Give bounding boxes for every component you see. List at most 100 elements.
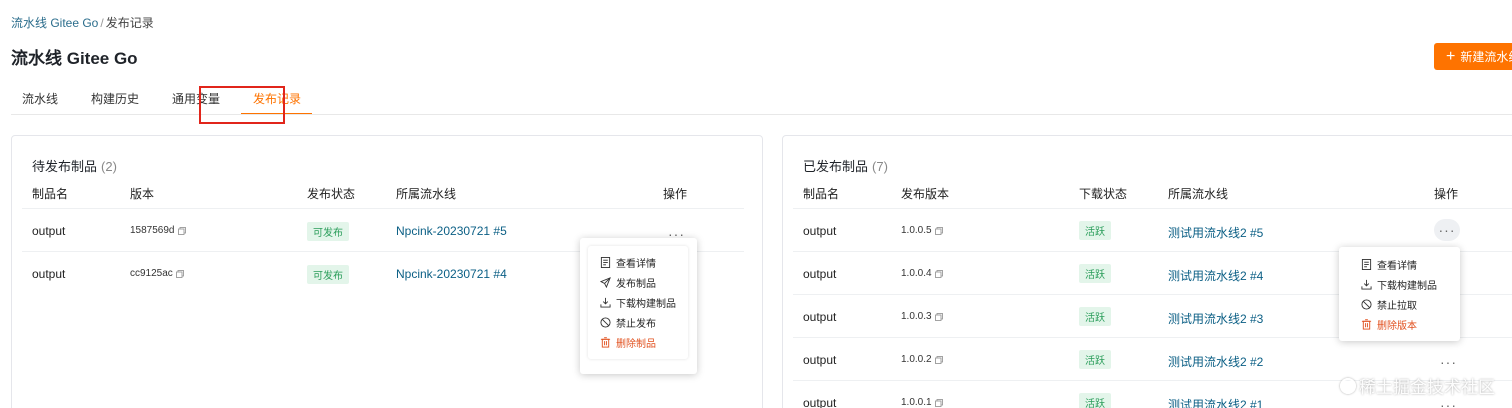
trash-icon — [600, 336, 611, 348]
status-badge: 活跃 — [1079, 307, 1111, 326]
plus-icon: + — [1446, 47, 1456, 65]
breadcrumb-root-link[interactable]: 流水线 Gitee Go — [11, 16, 98, 30]
trash-icon — [1361, 318, 1372, 330]
pipeline-link[interactable]: 测试用流水线2 #3 — [1168, 310, 1263, 327]
version-text: 1.0.0.1 — [901, 397, 932, 408]
header-divider — [793, 208, 1512, 209]
copy-icon[interactable] — [177, 226, 186, 235]
menu-item-forbid-pull[interactable]: 禁止拉取 — [1361, 294, 1460, 314]
published-card-title: 已发布制品 (7) — [803, 156, 888, 175]
new-pipeline-button[interactable]: + 新建流水线 — [1434, 43, 1512, 70]
menu-item-label: 禁止拉取 — [1377, 300, 1417, 312]
menu-item-label: 查看详情 — [616, 258, 656, 270]
menu-item-view-details[interactable]: 查看详情 — [600, 252, 688, 272]
status-badge: 活跃 — [1079, 393, 1111, 408]
pending-actions-menu: 查看详情 发布制品 下载构建制品 禁止发布 删除制品 — [580, 238, 697, 374]
header-name: 制品名 — [32, 187, 69, 201]
version-value: 1587569d — [130, 225, 186, 236]
menu-item-label: 删除版本 — [1377, 320, 1417, 332]
version-text: 1.0.0.3 — [901, 311, 932, 322]
menu-item-label: 查看详情 — [1377, 260, 1417, 272]
breadcrumb: 流水线 Gitee Go / 发布记录 — [11, 14, 154, 31]
pipeline-link[interactable]: 测试用流水线2 #4 — [1168, 267, 1263, 284]
status-badge: 活跃 — [1079, 221, 1111, 240]
header-ops: 操作 — [663, 187, 688, 201]
artifact-name: output — [803, 310, 837, 324]
menu-item-download[interactable]: 下载构建制品 — [1361, 274, 1460, 294]
version-text: 1.0.0.4 — [901, 268, 932, 279]
document-icon — [1361, 258, 1372, 270]
forbidden-icon — [600, 316, 611, 328]
pending-title: 待发布制品 — [32, 159, 98, 174]
menu-item-publish[interactable]: 发布制品 — [600, 272, 688, 292]
copy-icon[interactable] — [934, 312, 943, 321]
download-icon — [600, 297, 611, 308]
menu-item-label: 删除制品 — [616, 338, 656, 350]
menu-item-label: 下载构建制品 — [1377, 280, 1437, 292]
menu-item-label: 发布制品 — [616, 278, 656, 290]
version-value: 1.0.0.2 — [901, 354, 943, 365]
document-icon — [600, 256, 611, 268]
watermark: 稀土掘金技术社区 — [1340, 373, 1495, 398]
published-title: 已发布制品 — [803, 159, 869, 174]
copy-icon[interactable] — [934, 226, 943, 235]
download-icon — [1361, 279, 1372, 290]
copy-icon[interactable] — [175, 269, 184, 278]
pipeline-link[interactable]: 测试用流水线2 #5 — [1168, 224, 1263, 241]
version-text: 1587569d — [130, 225, 175, 236]
pipeline-link[interactable]: Npcink-20230721 #4 — [396, 267, 507, 281]
new-pipeline-label: 新建流水线 — [1460, 50, 1512, 64]
header-status: 发布状态 — [307, 187, 356, 201]
page-title: 流水线 Gitee Go — [11, 49, 138, 68]
copy-icon[interactable] — [934, 398, 943, 407]
menu-item-delete[interactable]: 删除制品 — [600, 332, 688, 352]
version-value: cc9125ac — [130, 268, 184, 279]
pipeline-link[interactable]: 测试用流水线2 #1 — [1168, 396, 1263, 408]
breadcrumb-current: 发布记录 — [105, 16, 154, 30]
artifact-name: output — [32, 224, 66, 238]
artifact-name: output — [32, 267, 66, 281]
send-icon — [600, 276, 611, 288]
copy-icon[interactable] — [934, 355, 943, 364]
highlight-annotation-box — [199, 86, 285, 124]
version-value: 1.0.0.5 — [901, 225, 943, 236]
pipeline-link[interactable]: 测试用流水线2 #2 — [1168, 353, 1263, 370]
version-text: cc9125ac — [130, 268, 173, 279]
status-badge: 可发布 — [307, 265, 349, 284]
header-name: 制品名 — [803, 187, 840, 201]
forbidden-icon — [1361, 298, 1372, 310]
header-pipeline: 所属流水线 — [1168, 187, 1229, 201]
status-badge: 活跃 — [1079, 264, 1111, 283]
published-count: (7) — [872, 159, 888, 174]
header-version: 版本 — [130, 187, 155, 201]
watermark-logo-icon — [1340, 377, 1356, 394]
menu-item-view-details[interactable]: 查看详情 — [1361, 254, 1460, 274]
menu-item-forbid[interactable]: 禁止发布 — [600, 312, 688, 332]
header-version: 发布版本 — [901, 187, 950, 201]
version-value: 1.0.0.1 — [901, 397, 943, 408]
tab-build-history[interactable]: 构建历史 — [80, 90, 139, 116]
version-value: 1.0.0.4 — [901, 268, 943, 279]
more-actions-button[interactable]: ··· — [1434, 219, 1460, 241]
menu-item-label: 禁止发布 — [616, 318, 656, 330]
watermark-text: 稀土掘金技术社区 — [1359, 378, 1495, 397]
menu-item-label: 下载构建制品 — [616, 298, 676, 310]
artifact-name: output — [803, 267, 837, 281]
more-actions-button[interactable]: ··· — [1440, 398, 1457, 408]
menu-item-download[interactable]: 下载构建制品 — [600, 292, 688, 312]
pending-card-title: 待发布制品 (2) — [32, 156, 117, 175]
menu-item-delete-version[interactable]: 删除版本 — [1361, 314, 1460, 334]
copy-icon[interactable] — [934, 269, 943, 278]
pending-actions-menu-inner: 查看详情 发布制品 下载构建制品 禁止发布 删除制品 — [588, 246, 688, 359]
status-badge: 活跃 — [1079, 350, 1111, 369]
pipeline-link[interactable]: Npcink-20230721 #5 — [396, 224, 507, 238]
tab-pipeline[interactable]: 流水线 — [11, 90, 58, 116]
header-status: 下载状态 — [1079, 187, 1128, 201]
artifact-name: output — [803, 353, 837, 367]
pending-count: (2) — [101, 159, 117, 174]
header-divider — [22, 208, 744, 209]
artifact-name: output — [803, 224, 837, 238]
more-actions-button[interactable]: ··· — [1440, 355, 1457, 369]
breadcrumb-separator: / — [100, 16, 104, 30]
version-text: 1.0.0.2 — [901, 354, 932, 365]
